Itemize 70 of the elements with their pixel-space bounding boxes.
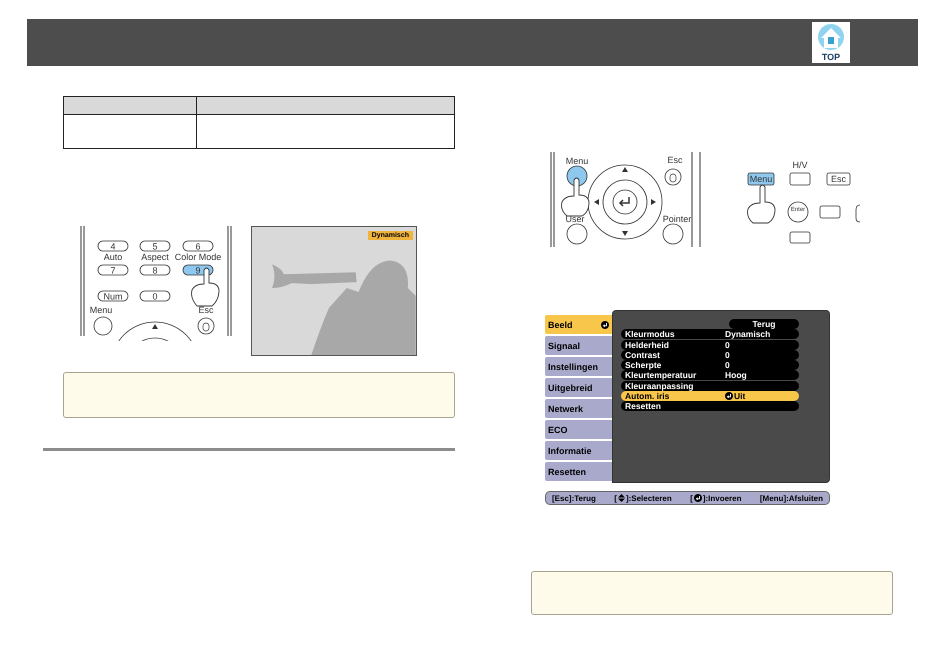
panel-key[interactable]: Menu [748, 172, 774, 186]
up-down-icon [618, 494, 625, 502]
remote-key[interactable]: 7 [98, 264, 128, 276]
menu-tab[interactable]: Uitgebreid [545, 378, 612, 397]
key-caption: User [566, 214, 584, 224]
menu-tab[interactable]: Beeld [545, 315, 612, 334]
setting-name: Kleurmodus [625, 329, 676, 340]
setting-value: 0 [725, 350, 730, 360]
key-hint: ]:Invoeren [702, 494, 742, 502]
menu-tab[interactable]: Instellingen [545, 357, 612, 376]
menu-tab[interactable]: Signaal [545, 336, 612, 355]
remote-key[interactable] [94, 316, 112, 336]
pointing-hand-icon [561, 178, 590, 216]
menu-tab[interactable]: Informatie [545, 441, 612, 460]
menu-tab[interactable]: Netwerk [545, 399, 612, 418]
key-hint: ]:Selecteren [626, 494, 672, 502]
menu-item[interactable]: Resetten [621, 401, 799, 412]
menu-item[interactable]: Kleuraanpassing [621, 380, 799, 391]
enter-icon [601, 320, 609, 328]
setting-value: Uit [734, 391, 746, 402]
key-caption: Auto [104, 252, 122, 262]
key-caption: Esc [198, 305, 214, 315]
enter-icon [694, 494, 702, 502]
menu-item[interactable]: Kleurtemperatuur Hoog [621, 370, 799, 380]
remote-key[interactable]: 0 [140, 290, 170, 302]
menu-item[interactable]: Kleurmodus Dynamisch [621, 329, 799, 340]
back-button[interactable]: Terug [729, 319, 799, 329]
key-caption: H/V [792, 160, 808, 170]
pointing-hand-icon [191, 268, 220, 306]
setting-value: Dynamisch [725, 329, 770, 340]
pointing-hand-icon [747, 184, 776, 224]
menu-item[interactable]: Scherpte 0 [621, 360, 799, 370]
remote-key[interactable] [566, 224, 588, 244]
menu-item[interactable]: Helderheid 0 [621, 340, 799, 350]
remote-key[interactable]: 8 [140, 264, 170, 276]
remote-key[interactable]: 5 [140, 240, 170, 252]
setting-name: Resetten [625, 401, 662, 412]
key-caption: Esc [668, 155, 682, 165]
remote-key[interactable] [662, 224, 684, 244]
remote-key[interactable]: 6 [182, 240, 214, 252]
remote-key[interactable]: 4 [98, 240, 128, 252]
key-hint: [Menu]:Afsluiten [760, 494, 823, 502]
setting-name: Autom. iris [625, 391, 670, 402]
mouse-key-icon[interactable] [664, 168, 682, 186]
setting-value: Hoog [725, 370, 747, 380]
key-hint: [ [690, 494, 693, 502]
setting-name: Kleurtemperatuur [625, 370, 698, 380]
house-icon [816, 24, 846, 50]
key-hint: [Esc]:Terug [552, 494, 596, 502]
panel-key[interactable]: Esc [826, 172, 850, 186]
key-hint: [ [614, 494, 617, 502]
key-caption: Pointer [662, 214, 692, 224]
mouse-key-icon[interactable] [198, 318, 214, 334]
menu-tab[interactable]: Resetten [545, 462, 612, 481]
setting-value: 0 [725, 340, 730, 350]
top-button[interactable]: TOP [812, 22, 850, 63]
setting-name: Scherpte [625, 360, 662, 370]
key-caption: Aspect [141, 252, 169, 262]
key-caption: Menu [90, 305, 112, 315]
key-caption: Color Mode [174, 252, 222, 262]
menu-item[interactable]: Contrast 0 [621, 350, 799, 360]
menu-tab[interactable]: ECO [545, 420, 612, 439]
setting-name: Helderheid [625, 340, 670, 350]
remote-key[interactable]: Num [98, 290, 128, 302]
setting-value: 0 [725, 360, 730, 370]
menu-item[interactable]: Autom. iris Uit [621, 391, 799, 402]
setting-name: Kleuraanpassing [625, 380, 694, 391]
key-caption: Menu [566, 156, 588, 166]
enter-icon [725, 392, 733, 400]
setting-name: Contrast [625, 350, 661, 360]
